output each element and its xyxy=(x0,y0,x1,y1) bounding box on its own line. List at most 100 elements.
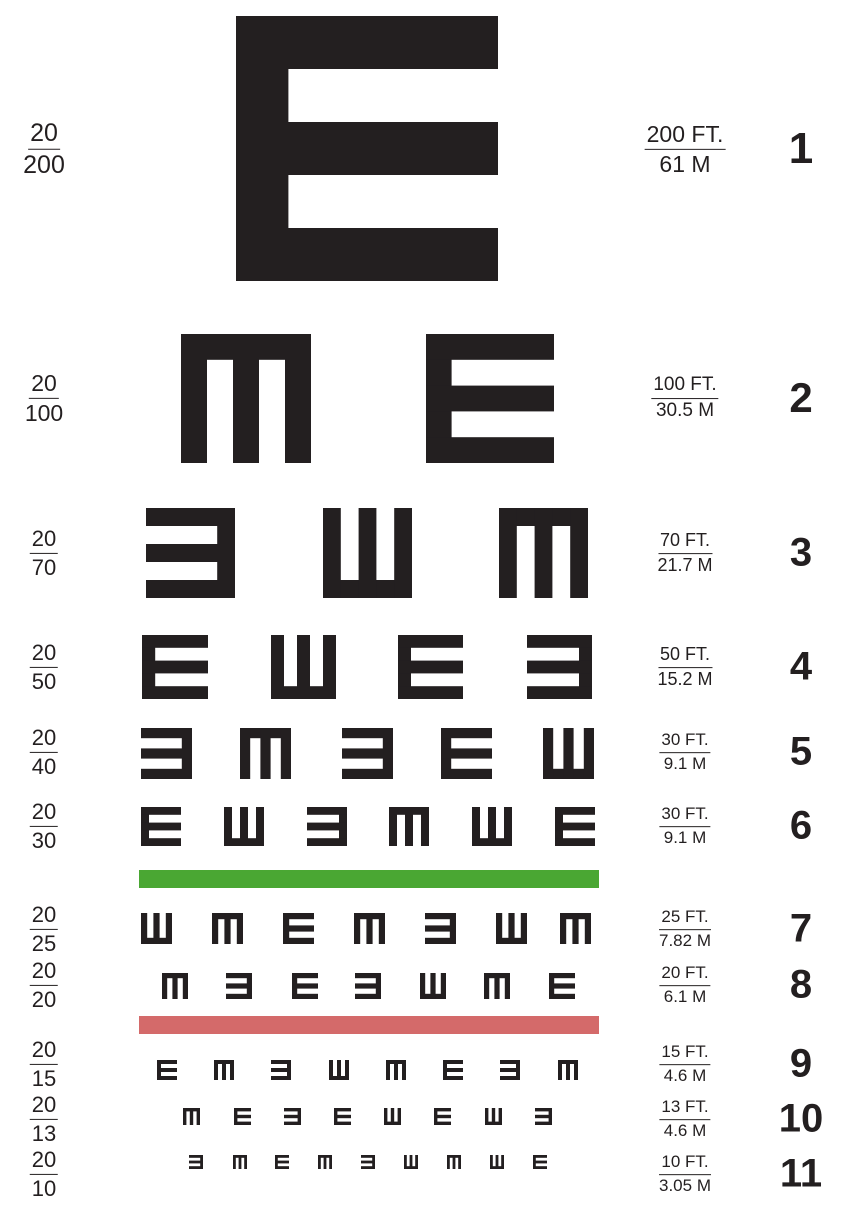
snellen-fraction-bottom: 70 xyxy=(31,555,57,580)
snellen-fraction: 20 13 xyxy=(29,1093,59,1146)
letter-3 xyxy=(189,1155,203,1169)
letter-m xyxy=(558,1060,578,1080)
test-distance-bottom: 30.5 M xyxy=(655,400,715,421)
letter-m xyxy=(233,1155,247,1169)
test-distance-bottom: 4.6 M xyxy=(663,1066,707,1085)
snellen-fraction: 20 10 xyxy=(29,1148,59,1200)
snellen-fraction-top: 20 xyxy=(29,903,59,930)
letter-e xyxy=(283,913,314,944)
letter-3 xyxy=(527,635,592,699)
test-distance: 13 FT. 4.6 M xyxy=(659,1098,711,1140)
snellen-fraction-bottom: 100 xyxy=(24,400,64,426)
test-distance: 100 FT. 30.5 M xyxy=(651,375,719,421)
row-number: 2 xyxy=(789,374,813,421)
letter-w xyxy=(420,973,446,999)
test-distance: 15 FT. 4.6 M xyxy=(659,1043,711,1085)
letter-e xyxy=(398,635,463,699)
test-distance: 10 FT. 3.05 M xyxy=(659,1153,711,1195)
letter-3 xyxy=(535,1108,552,1125)
letter-w xyxy=(384,1108,401,1125)
letter-3 xyxy=(500,1060,520,1080)
letter-e xyxy=(443,1060,463,1080)
letter-e xyxy=(234,1108,251,1125)
snellen-fraction-bottom: 200 xyxy=(23,151,65,179)
letter-m xyxy=(386,1060,406,1080)
letter-w xyxy=(472,807,512,846)
letter-3 xyxy=(307,807,347,846)
snellen-fraction-bottom: 13 xyxy=(31,1121,57,1146)
letter-3 xyxy=(425,913,456,944)
row-number: 8 xyxy=(789,962,813,1007)
row-number: 6 xyxy=(789,803,813,848)
test-distance-top: 15 FT. xyxy=(659,1043,711,1065)
letter-e xyxy=(334,1108,351,1125)
letter-3 xyxy=(271,1060,291,1080)
letter-w xyxy=(323,508,412,598)
letter-m xyxy=(484,973,510,999)
snellen-fraction: 20 40 xyxy=(29,726,59,778)
snellen-fraction-top: 20 xyxy=(29,959,59,986)
test-distance-top: 50 FT. xyxy=(657,645,713,668)
letter-w xyxy=(543,728,594,779)
letter-m xyxy=(318,1155,332,1169)
letter-3 xyxy=(342,728,393,779)
test-distance: 30 FT. 9.1 M xyxy=(659,731,711,773)
test-distance-bottom: 9.1 M xyxy=(663,754,707,773)
snellen-fraction-bottom: 30 xyxy=(31,828,57,853)
test-distance-top: 10 FT. xyxy=(659,1153,711,1175)
letter-e xyxy=(441,728,492,779)
letter-e xyxy=(142,635,208,699)
row-number: 11 xyxy=(779,1151,823,1196)
row-number: 1 xyxy=(788,124,814,173)
test-distance-top: 20 FT. xyxy=(659,964,711,986)
letter-w xyxy=(404,1155,418,1169)
test-distance-bottom: 61 M xyxy=(659,151,711,177)
snellen-fraction: 20 200 xyxy=(23,120,65,179)
snellen-fraction-top: 20 xyxy=(29,1148,59,1175)
snellen-fraction-top: 20 xyxy=(29,726,59,753)
letter-3 xyxy=(146,508,235,598)
letter-w xyxy=(490,1155,504,1169)
letter-3 xyxy=(284,1108,301,1125)
snellen-fraction: 20 25 xyxy=(29,903,59,955)
letter-m xyxy=(499,508,588,598)
row-number: 9 xyxy=(789,1041,813,1086)
test-distance: 20 FT. 6.1 M xyxy=(659,964,711,1006)
letter-m xyxy=(212,913,243,944)
test-distance-top: 100 FT. xyxy=(651,375,719,399)
snellen-fraction: 20 30 xyxy=(29,800,59,853)
snellen-fraction-top: 20 xyxy=(29,800,59,827)
letter-e xyxy=(426,334,554,463)
letter-3 xyxy=(361,1155,375,1169)
test-distance: 200 FT. 61 M xyxy=(644,122,726,177)
test-distance: 50 FT. 15.2 M xyxy=(657,645,712,689)
snellen-fraction-bottom: 15 xyxy=(31,1066,57,1091)
snellen-fraction-bottom: 20 xyxy=(31,987,57,1012)
test-distance-top: 200 FT. xyxy=(644,122,726,150)
letter-e xyxy=(157,1060,177,1080)
row-number: 3 xyxy=(789,530,813,575)
letter-e xyxy=(549,973,575,999)
letter-m xyxy=(560,913,591,944)
letter-m xyxy=(389,807,429,846)
letter-m xyxy=(447,1155,461,1169)
test-distance-top: 70 FT. xyxy=(657,531,713,554)
snellen-fraction-top: 20 xyxy=(28,120,60,150)
row-number: 4 xyxy=(789,644,813,689)
test-distance: 25 FT. 7.82 M xyxy=(659,908,711,950)
snellen-fraction-top: 20 xyxy=(29,641,59,668)
red-line xyxy=(139,1016,599,1034)
letter-3 xyxy=(355,973,381,999)
snellen-fraction: 20 20 xyxy=(29,959,59,1012)
letter-m xyxy=(240,728,291,779)
letter-m xyxy=(354,913,385,944)
letter-w xyxy=(271,635,336,699)
test-distance-top: 30 FT. xyxy=(659,805,711,827)
test-distance-bottom: 7.82 M xyxy=(659,931,711,950)
snellen-fraction-bottom: 50 xyxy=(31,669,57,694)
test-distance-bottom: 6.1 M xyxy=(663,987,707,1006)
snellen-fraction: 20 50 xyxy=(29,641,59,694)
letter-w xyxy=(141,913,172,944)
snellen-fraction-top: 20 xyxy=(29,371,59,399)
letter-m xyxy=(183,1108,200,1125)
